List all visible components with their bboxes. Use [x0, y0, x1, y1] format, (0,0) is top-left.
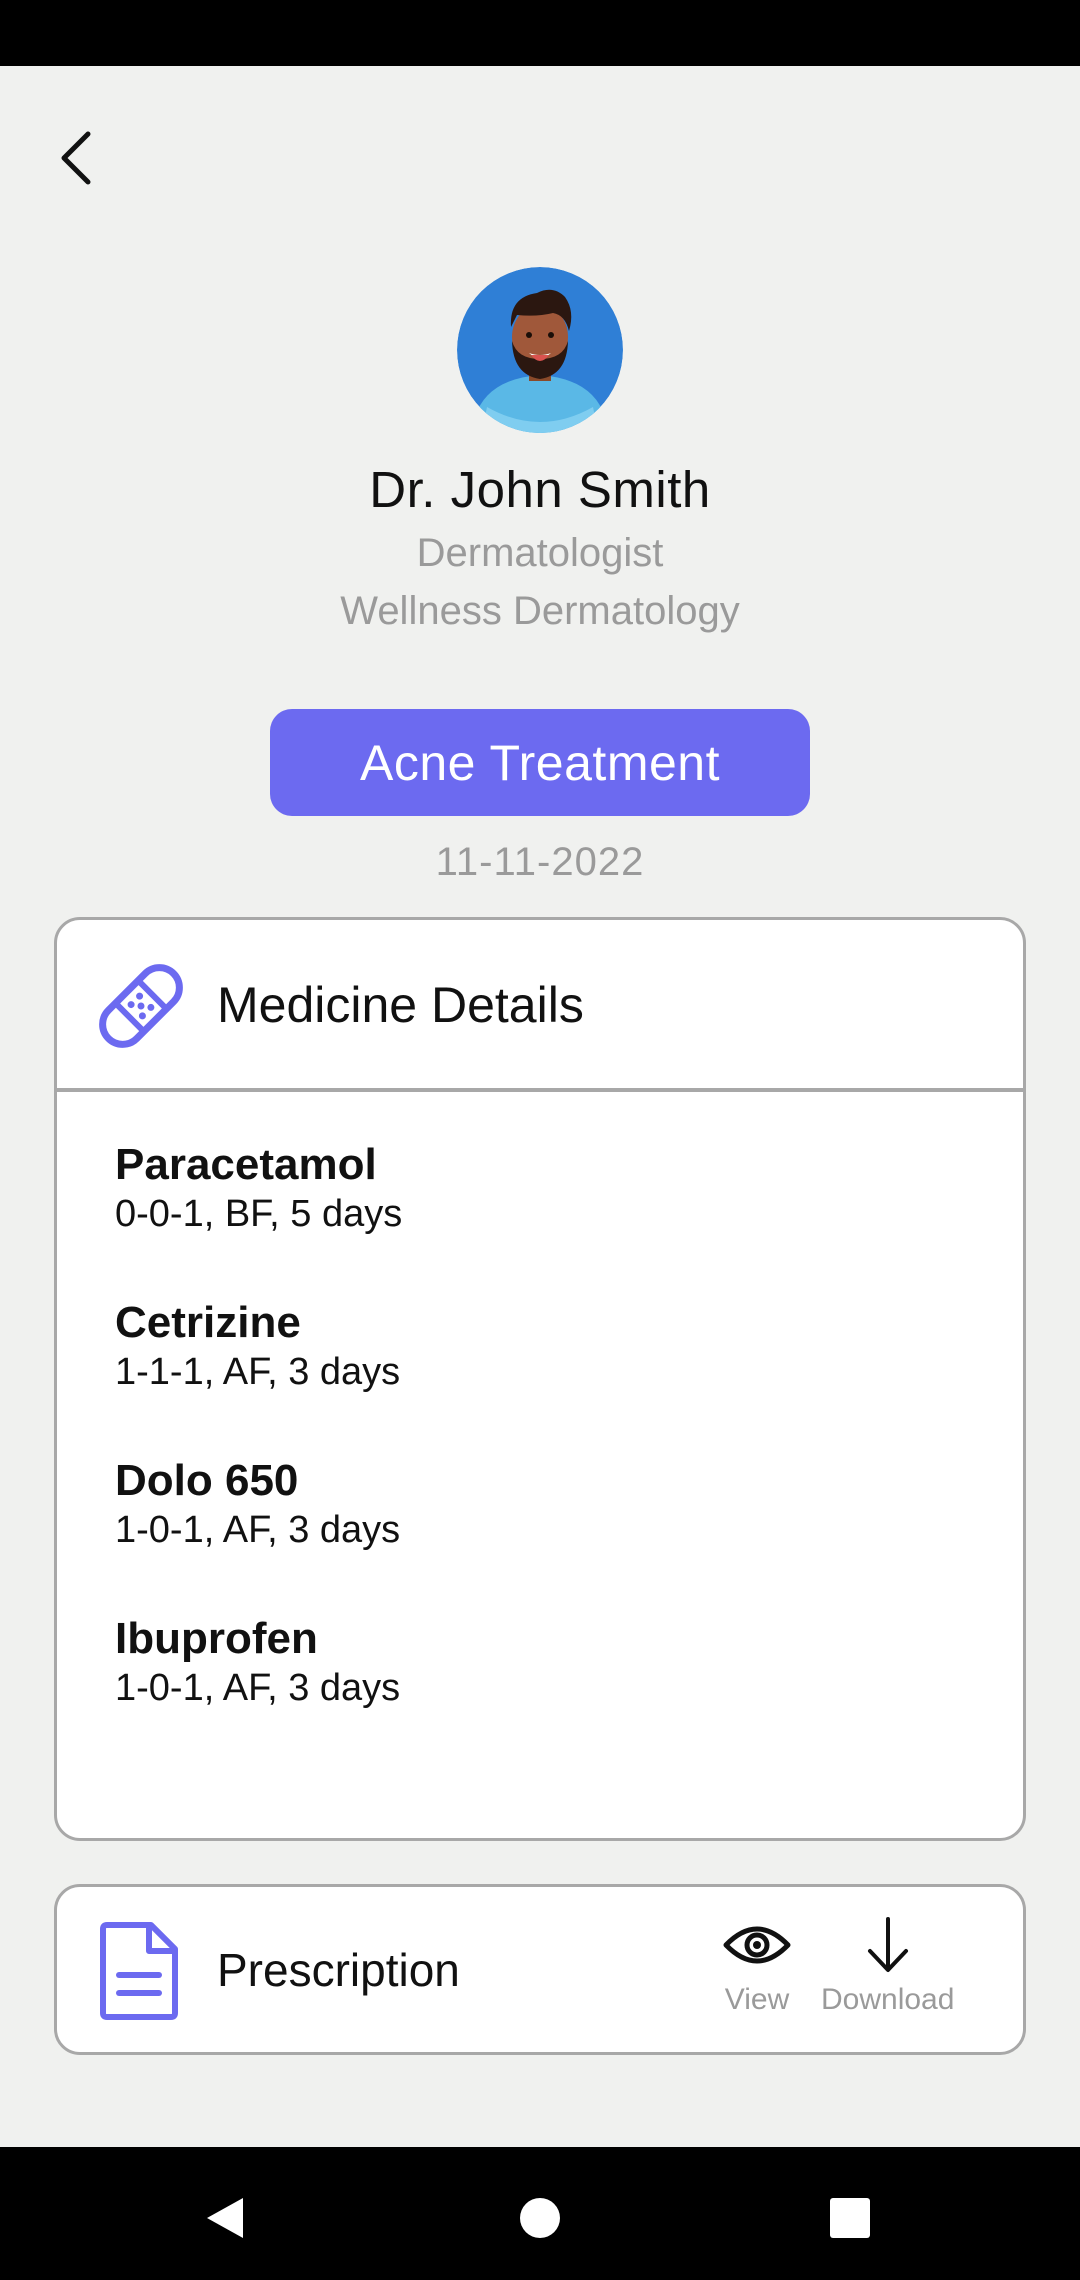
doctor-clinic: Wellness Dermatology	[340, 589, 740, 633]
prescription-title: Prescription	[217, 1944, 460, 1996]
view-label: View	[724, 1983, 790, 2016]
system-nav-bar	[0, 2147, 1080, 2280]
medicine-name: Dolo 650	[115, 1456, 299, 1505]
bandage-icon	[99, 964, 183, 1048]
document-icon	[100, 1922, 178, 2020]
download-label: Download	[821, 1983, 955, 2016]
medicine-dosage: 0-0-1, BF, 5 days	[115, 1193, 403, 1235]
medicine-details-card: Medicine Details Paracetamol 0-0-1, BF, …	[54, 917, 1026, 1841]
view-button[interactable]: View	[723, 1909, 791, 2017]
medicine-name: Ibuprofen	[115, 1614, 318, 1663]
chevron-left-icon	[61, 131, 91, 185]
download-arrow-icon	[867, 1917, 908, 1972]
status-bar	[0, 0, 1080, 66]
medicine-name: Paracetamol	[115, 1140, 377, 1189]
nav-home-button[interactable]	[505, 2183, 575, 2253]
visit-date: 11-11-2022	[435, 840, 645, 884]
nav-recents-icon	[830, 2198, 870, 2238]
doctor-name: Dr. John Smith	[369, 461, 711, 518]
eye-icon	[723, 1926, 791, 1964]
list-item: Cetrizine 1-1-1, AF, 3 days	[115, 1298, 402, 1396]
medicine-list: Paracetamol 0-0-1, BF, 5 days Cetrizine …	[115, 1140, 402, 1772]
doctor-avatar	[457, 267, 623, 433]
list-item: Ibuprofen 1-0-1, AF, 3 days	[115, 1614, 402, 1712]
medicine-name: Cetrizine	[115, 1298, 301, 1347]
nav-home-icon	[520, 2198, 560, 2238]
nav-back-button[interactable]	[190, 2183, 260, 2253]
treatment-badge: Acne Treatment	[270, 709, 810, 816]
list-item: Dolo 650 1-0-1, AF, 3 days	[115, 1456, 402, 1554]
prescription-card: Prescription View Download	[54, 1884, 1026, 2055]
doctor-specialty: Dermatologist	[416, 531, 664, 575]
medicine-dosage: 1-0-1, AF, 3 days	[115, 1667, 401, 1709]
medicine-details-title: Medicine Details	[217, 977, 584, 1033]
back-button[interactable]	[40, 118, 112, 198]
medicine-dosage: 1-0-1, AF, 3 days	[115, 1509, 401, 1551]
list-item: Paracetamol 0-0-1, BF, 5 days	[115, 1140, 402, 1238]
nav-recents-button[interactable]	[815, 2183, 885, 2253]
nav-back-icon	[207, 2198, 243, 2238]
medicine-dosage: 1-1-1, AF, 3 days	[115, 1351, 401, 1393]
download-button[interactable]: Download	[821, 1909, 954, 2017]
medicine-details-header: Medicine Details	[57, 920, 1023, 1092]
